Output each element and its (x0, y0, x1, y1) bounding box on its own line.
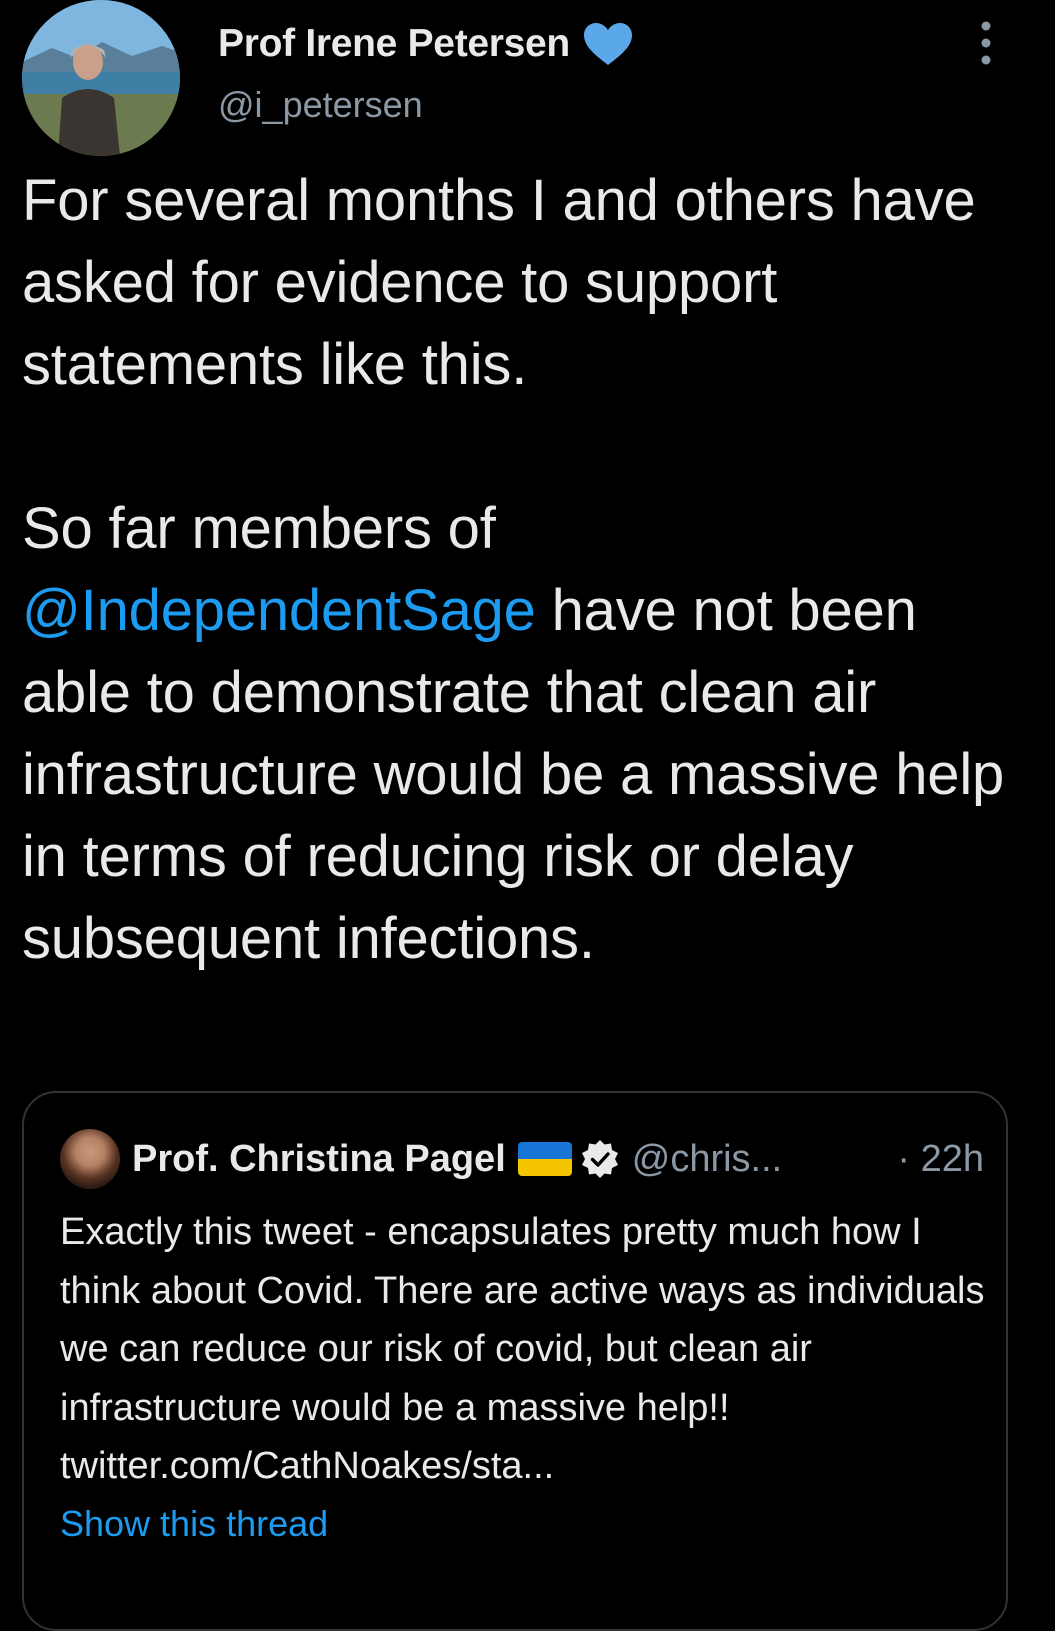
quoted-tweet-text: Exactly this tweet - encapsulates pretty… (60, 1211, 985, 1487)
verified-badge-icon (581, 1140, 618, 1178)
show-thread-link[interactable]: Show this thread (60, 1503, 328, 1545)
author-name[interactable]: Prof Irene Petersen (218, 22, 570, 66)
paragraph-2-before: So far members of (22, 496, 496, 561)
quoted-tweet-header: Prof. Christina Pagel @chris... (60, 1129, 782, 1189)
tweet-paragraph-1: For several months I and others have ask… (22, 168, 976, 397)
tweet-text: For several months I and others have ask… (22, 160, 1022, 980)
quoted-author-avatar[interactable] (60, 1129, 120, 1189)
heart-icon (583, 23, 632, 65)
quoted-author-name[interactable]: Prof. Christina Pagel (132, 1138, 506, 1181)
tweet-paragraph-2: So far members of @IndependentSage have … (22, 488, 1022, 980)
mention-link[interactable]: @IndependentSage (22, 578, 536, 643)
quoted-author-handle[interactable]: @chris... (632, 1138, 782, 1181)
avatar-photo (22, 0, 180, 156)
quoted-tweet-card[interactable]: Prof. Christina Pagel @chris... · 22h Ex… (22, 1091, 1008, 1631)
author-handle[interactable]: @i_petersen (218, 84, 423, 126)
ukraine-flag-icon (517, 1142, 572, 1176)
author-avatar[interactable] (22, 0, 180, 156)
more-vertical-icon[interactable] (968, 18, 1004, 68)
quoted-tweet-time[interactable]: · 22h (897, 1129, 984, 1189)
author-name-row: Prof Irene Petersen (218, 18, 634, 70)
